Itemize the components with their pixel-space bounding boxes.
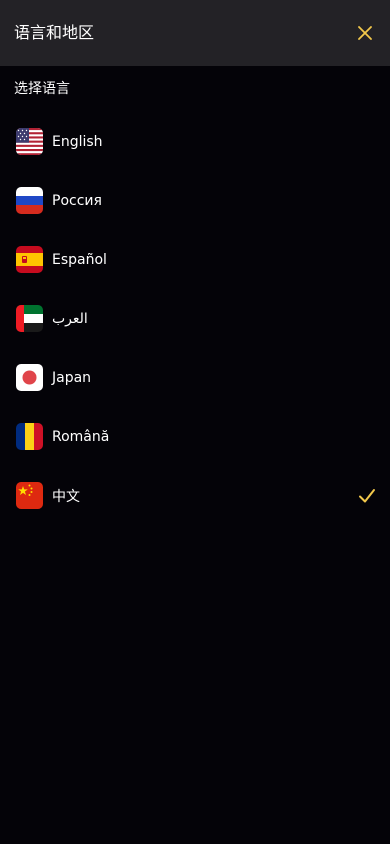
spain-flag-icon	[16, 246, 43, 273]
close-icon	[358, 26, 372, 40]
language-label: Español	[52, 251, 107, 268]
language-label: العرب	[52, 310, 88, 327]
china-flag-icon	[16, 482, 43, 509]
language-item-spanish[interactable]: Español	[0, 230, 390, 289]
russia-flag-icon	[16, 187, 43, 214]
header-bar: 语言和地区	[0, 0, 390, 66]
language-label: Japan	[52, 369, 92, 386]
romania-flag-icon	[16, 423, 43, 450]
page-title: 语言和地区	[14, 23, 95, 42]
checkmark-icon	[359, 488, 375, 502]
us-flag-icon	[16, 128, 43, 155]
uae-flag-icon	[16, 305, 43, 332]
language-item-english[interactable]: English	[0, 112, 390, 171]
language-label: Россия	[52, 192, 102, 209]
language-label: Română	[52, 428, 110, 445]
language-item-romanian[interactable]: Română	[0, 407, 390, 466]
section-label: 选择语言	[14, 81, 70, 97]
language-label: 中文	[52, 488, 80, 505]
language-item-arabic[interactable]: العرب	[0, 289, 390, 348]
close-button[interactable]	[350, 18, 380, 48]
language-item-japanese[interactable]: Japan	[0, 348, 390, 407]
language-item-russian[interactable]: Россия	[0, 171, 390, 230]
japan-flag-icon	[16, 364, 43, 391]
language-item-chinese[interactable]: 中文	[0, 466, 390, 525]
language-label: English	[52, 133, 103, 150]
language-list: English Россия Español العرب Japan Român…	[0, 112, 390, 525]
